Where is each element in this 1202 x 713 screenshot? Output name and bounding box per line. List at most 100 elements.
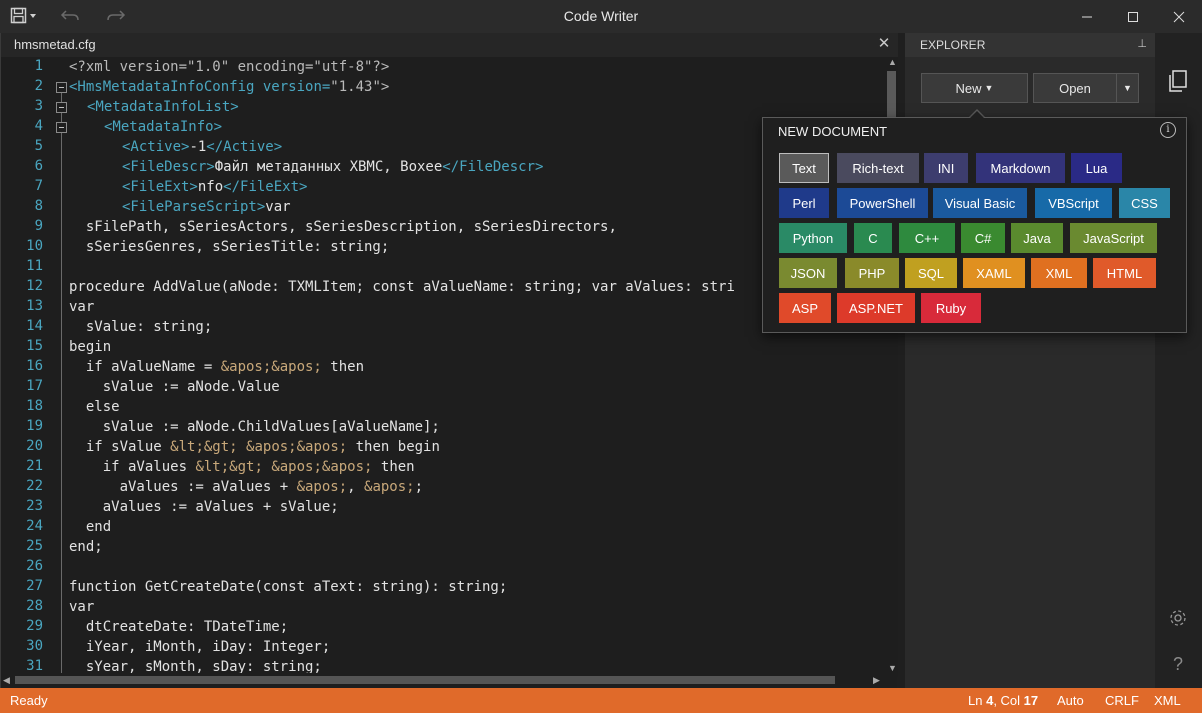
code-line: end	[69, 519, 112, 535]
language-button-c[interactable]: C++	[899, 223, 955, 253]
line-number: 11	[26, 258, 43, 274]
language-button-json[interactable]: JSON	[779, 258, 837, 288]
language-button-asp-net[interactable]: ASP.NET	[837, 293, 915, 323]
info-icon[interactable]: i	[1160, 122, 1176, 138]
language-button-css[interactable]: CSS	[1119, 188, 1170, 218]
fold-toggle-icon[interactable]	[56, 122, 67, 133]
line-number: 2	[34, 78, 43, 94]
line-number: 28	[26, 598, 43, 614]
language-button-ini[interactable]: INI	[924, 153, 968, 183]
code-line: aValues := aValues + &apos;, &apos;;	[69, 479, 424, 495]
tab-close-icon[interactable]: ✕	[876, 35, 892, 53]
undo-icon	[60, 10, 79, 21]
line-number: 10	[26, 238, 43, 254]
language-button-java[interactable]: Java	[1011, 223, 1063, 253]
language-button-c[interactable]: C#	[961, 223, 1005, 253]
language-button-xml[interactable]: XML	[1031, 258, 1087, 288]
horizontal-scrollbar[interactable]: ◀ ▶	[1, 673, 885, 687]
tab-filename: hmsmetad.cfg	[14, 37, 96, 52]
explorer-header: EXPLORER ⊥	[905, 33, 1155, 57]
fold-toggle-icon[interactable]	[56, 82, 67, 93]
line-number: 31	[26, 658, 43, 674]
language-mode[interactable]: XML	[1154, 693, 1181, 708]
code-line: else	[69, 399, 120, 415]
scroll-up-icon[interactable]: ▲	[888, 57, 897, 67]
language-button-html[interactable]: HTML	[1093, 258, 1156, 288]
code-line: function GetCreateDate(const aText: stri…	[69, 579, 508, 595]
scroll-right-icon[interactable]: ▶	[873, 675, 880, 686]
line-number: 26	[26, 558, 43, 574]
line-ending[interactable]: CRLF	[1105, 693, 1139, 708]
language-button-php[interactable]: PHP	[845, 258, 899, 288]
maximize-icon	[1128, 11, 1138, 22]
redo-icon	[107, 10, 126, 21]
language-button-perl[interactable]: Perl	[779, 188, 829, 218]
line-number: 4	[34, 118, 43, 134]
language-button-c[interactable]: C	[854, 223, 892, 253]
code-line: sValue := aNode.ChildValues[aValueName];	[69, 419, 440, 435]
language-button-lua[interactable]: Lua	[1071, 153, 1122, 183]
editor-tab[interactable]: hmsmetad.cfg ✕	[1, 33, 898, 57]
code-line: <FileExt>nfo</FileExt>	[122, 179, 308, 195]
language-button-rich-text[interactable]: Rich-text	[837, 153, 919, 183]
help-icon[interactable]: ?	[1167, 653, 1189, 675]
save-menu-button[interactable]	[8, 4, 40, 28]
code-line: <MetadataInfo>	[104, 119, 223, 135]
line-number: 12	[26, 278, 43, 294]
chevron-down-icon: ▼	[1123, 83, 1132, 93]
language-button-vbscript[interactable]: VBScript	[1035, 188, 1112, 218]
line-number: 8	[34, 198, 43, 214]
status-ready: Ready	[10, 693, 48, 708]
maximize-button[interactable]	[1110, 0, 1156, 33]
line-number: 22	[26, 478, 43, 494]
minimize-button[interactable]	[1064, 0, 1110, 33]
cursor-position[interactable]: Ln 4, Col 17	[968, 693, 1038, 708]
code-line: if aValues &lt;&gt; &apos;&apos; then	[69, 459, 415, 475]
title-bar: Code Writer	[0, 0, 1202, 33]
line-number: 21	[26, 458, 43, 474]
scroll-left-icon[interactable]: ◀	[3, 675, 10, 686]
close-icon	[1173, 11, 1185, 22]
open-dropdown-button[interactable]: ▼	[1116, 73, 1139, 103]
code-area[interactable]: <?xml version="1.0" encoding="utf-8"?> <…	[69, 57, 883, 677]
code-line: begin	[69, 339, 112, 355]
settings-gear-icon[interactable]	[1167, 607, 1189, 629]
redo-button[interactable]	[104, 4, 128, 28]
scroll-down-icon[interactable]: ▼	[888, 663, 897, 673]
code-line: sSeriesGenres, sSeriesTitle: string;	[69, 239, 390, 255]
line-number: 5	[34, 138, 43, 154]
line-number: 27	[26, 578, 43, 594]
line-number: 6	[34, 158, 43, 174]
indent-mode[interactable]: Auto	[1057, 693, 1084, 708]
language-button-xaml[interactable]: XAML	[963, 258, 1025, 288]
line-number: 29	[26, 618, 43, 634]
minimize-icon	[1082, 16, 1092, 17]
horizontal-scroll-thumb[interactable]	[15, 676, 835, 684]
language-button-text[interactable]: Text	[779, 153, 829, 183]
code-line: sValue: string;	[69, 319, 213, 335]
code-line: procedure AddValue(aNode: TXMLItem; cons…	[69, 279, 735, 295]
language-button-sql[interactable]: SQL	[905, 258, 957, 288]
line-number: 9	[34, 218, 43, 234]
line-number: 17	[26, 378, 43, 394]
language-button-markdown[interactable]: Markdown	[976, 153, 1065, 183]
line-number: 20	[26, 438, 43, 454]
documents-icon[interactable]	[1167, 70, 1189, 92]
language-button-javascript[interactable]: JavaScript	[1070, 223, 1157, 253]
code-line: var	[69, 299, 95, 315]
close-window-button[interactable]	[1156, 0, 1202, 33]
pin-icon[interactable]: ⊥	[1137, 37, 1147, 50]
new-document-button[interactable]: New ▼	[921, 73, 1028, 103]
chevron-down-icon: ▼	[984, 83, 994, 93]
undo-button[interactable]	[58, 4, 82, 28]
line-number: 3	[34, 98, 43, 114]
language-button-python[interactable]: Python	[779, 223, 847, 253]
language-button-asp[interactable]: ASP	[779, 293, 831, 323]
language-button-ruby[interactable]: Ruby	[921, 293, 981, 323]
fold-toggle-icon[interactable]	[56, 102, 67, 113]
language-button-visual-basic[interactable]: Visual Basic	[933, 188, 1027, 218]
open-button[interactable]: Open	[1033, 73, 1117, 103]
code-line: sValue := aNode.Value	[69, 379, 280, 395]
language-button-powershell[interactable]: PowerShell	[837, 188, 928, 218]
fold-margin	[56, 57, 68, 677]
